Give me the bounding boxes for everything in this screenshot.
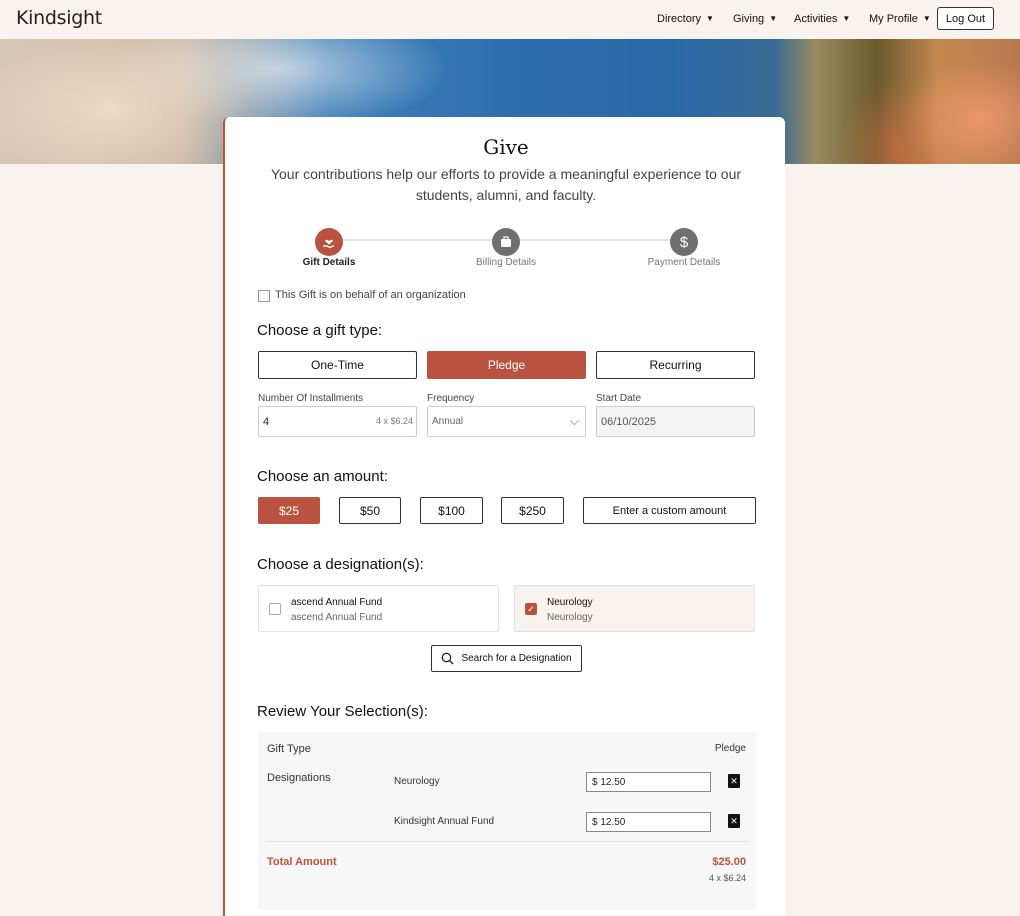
start-date-label: Start Date <box>596 393 642 404</box>
caret-down-icon: ▼ <box>842 14 851 23</box>
frequency-select[interactable]: Annual ⌵ <box>427 406 586 437</box>
review-gift-type-value: Pledge <box>714 743 746 754</box>
nav-my-profile[interactable]: My Profile ▼ <box>869 0 931 37</box>
frequency-value: Annual <box>432 416 464 427</box>
review-line-name: Neurology <box>394 776 440 787</box>
custom-amount-button[interactable]: Enter a custom amount <box>583 497 756 524</box>
nav-my-profile-label: My Profile <box>869 12 918 25</box>
designation-checkbox[interactable] <box>269 603 281 615</box>
search-icon <box>442 652 454 665</box>
nav-giving-label: Giving <box>733 12 765 25</box>
top-navigation-bar: Kindsight Directory ▼ Giving ▼ Activities ▼… <box>0 0 1020 39</box>
review-summary-panel: Gift Type Pledge Designations Neurology … <box>258 732 756 910</box>
organization-checkbox[interactable] <box>258 290 270 302</box>
amount-heading: Choose an amount: <box>257 468 388 485</box>
amount-250-button[interactable]: $250 <box>501 497 564 524</box>
total-amount-value: $25.00 <box>712 856 746 868</box>
nav-activities-label: Activities <box>794 12 838 25</box>
step-billing-details-label: Billing Details <box>475 257 537 268</box>
page-subtitle: Your contributions help our efforts to p… <box>270 166 742 203</box>
designation-heading: Choose a designation(s): <box>257 556 424 573</box>
total-amount-label: Total Amount <box>267 856 337 868</box>
designation-card-neurology[interactable]: ✓ Neurology Neurology <box>514 585 755 632</box>
review-line-amount-input[interactable]: $ 12.50 <box>586 772 711 792</box>
amount-25-button[interactable]: $25 <box>258 497 320 524</box>
hand-heart-icon[interactable] <box>315 228 343 256</box>
dollar-icon[interactable]: $ <box>670 228 698 256</box>
designation-subtext: ascend Annual Fund <box>291 612 383 623</box>
installments-hint: 4 x $6.24 <box>375 416 413 426</box>
review-divider <box>266 841 748 842</box>
log-out-button[interactable]: Log Out <box>937 7 994 30</box>
designation-card-ascend-annual-fund[interactable]: ascend Annual Fund ascend Annual Fund <box>258 585 499 632</box>
search-designation-label: Search for a Designation <box>461 653 572 664</box>
review-line-name: Kindsight Annual Fund <box>394 816 495 827</box>
gift-type-one-time-button[interactable]: One-Time <box>258 351 417 379</box>
step-gift-details-label: Gift Details <box>302 257 356 268</box>
review-line-amount-input[interactable]: $ 12.50 <box>586 812 711 832</box>
search-designation-button[interactable]: Search for a Designation <box>431 645 582 672</box>
chevron-down-icon: ⌵ <box>569 414 579 428</box>
give-form-card: Give Your contributions help our efforts… <box>223 117 785 916</box>
page-title: Give <box>483 135 529 159</box>
caret-down-icon: ▼ <box>706 14 714 23</box>
review-gift-type-label: Gift Type <box>267 743 311 755</box>
gift-type-recurring-button[interactable]: Recurring <box>596 351 755 379</box>
frequency-label: Frequency <box>427 393 475 404</box>
review-heading: Review Your Selection(s): <box>257 703 428 720</box>
installments-input[interactable]: 4 4 x $6.24 <box>258 406 417 437</box>
amount-100-button[interactable]: $100 <box>420 497 483 524</box>
checkmark-icon[interactable]: ✓ <box>525 603 537 615</box>
nav-directory[interactable]: Directory ▼ <box>657 0 714 37</box>
designation-name: Neurology <box>547 597 593 608</box>
caret-down-icon: ▼ <box>769 14 778 23</box>
review-designations-label: Designations <box>267 772 331 784</box>
trash-icon[interactable]: ✕ <box>728 814 740 828</box>
start-date-value: 06/10/2025 <box>601 415 657 428</box>
kindsight-logo[interactable]: Kindsight <box>16 7 102 29</box>
trash-icon[interactable]: ✕ <box>728 774 740 788</box>
designation-subtext: Neurology <box>547 612 593 623</box>
organization-checkbox-label: This Gift is on behalf of an organizatio… <box>275 289 466 301</box>
total-amount-installments: 4 x $6.24 <box>708 873 746 883</box>
nav-directory-label: Directory <box>657 12 702 25</box>
designation-name: ascend Annual Fund <box>291 597 383 608</box>
installments-label: Number Of Installments <box>258 393 364 404</box>
briefcase-icon[interactable] <box>492 228 520 256</box>
amount-50-button[interactable]: $50 <box>339 497 401 524</box>
nav-giving[interactable]: Giving ▼ <box>733 0 777 37</box>
gift-type-pledge-button[interactable]: Pledge <box>427 351 586 379</box>
installments-value: 4 <box>263 415 270 428</box>
nav-activities[interactable]: Activities ▼ <box>794 0 850 37</box>
start-date-input[interactable]: 06/10/2025 <box>596 406 755 437</box>
gift-type-heading: Choose a gift type: <box>257 322 383 339</box>
caret-down-icon: ▼ <box>922 14 931 23</box>
step-payment-details-label: Payment Details <box>647 257 721 268</box>
